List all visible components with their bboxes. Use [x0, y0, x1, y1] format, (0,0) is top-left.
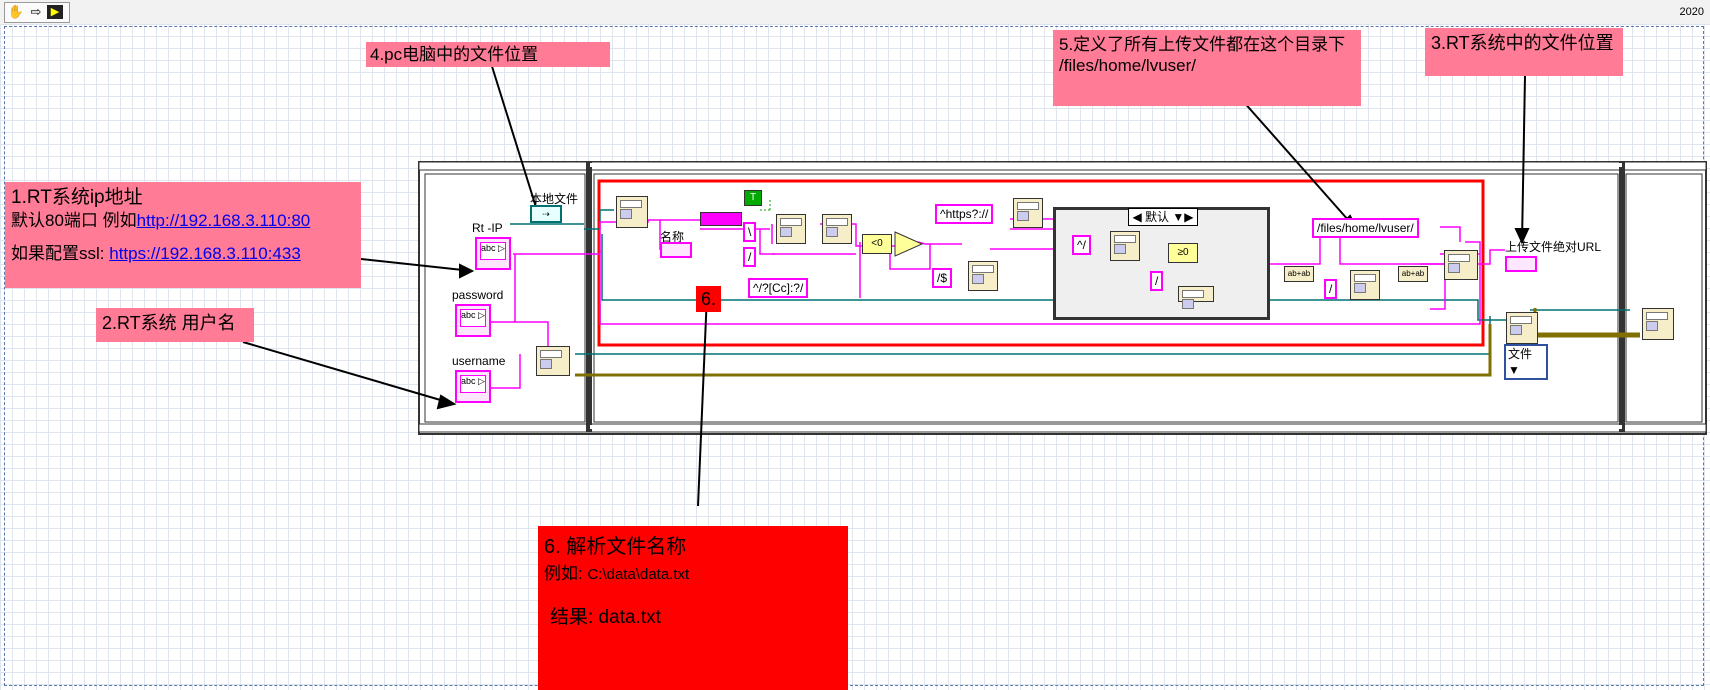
note-rt-ip-title: 1.RT系统ip地址 [11, 187, 143, 208]
rt-ip-control[interactable]: abc ▷ [475, 237, 511, 270]
note-parse-tag: 6. [696, 286, 721, 312]
case-slash-constant[interactable]: / [1150, 271, 1164, 291]
local-file-path-control[interactable]: ⇢ [530, 205, 562, 223]
username-control[interactable]: abc ▷ [455, 370, 491, 403]
note-rt-username: 2.RT系统 用户名 [96, 308, 254, 342]
note-upload-dir-line2: /files/home/lvuser/ [1059, 56, 1196, 76]
concat-node-3[interactable]: ab+ab [1398, 266, 1428, 282]
less-than-zero-node[interactable]: <0 [862, 234, 892, 254]
note-parse-filename: 6. 解析文件名称 例如: C:\data\data.txt 结果: data.… [538, 526, 848, 690]
concat-string-node[interactable] [700, 212, 742, 226]
caret-slash-constant[interactable]: ^/ [1072, 235, 1091, 255]
match-regex-node[interactable] [1013, 198, 1043, 228]
rt-ip-label: Rt -IP [472, 221, 503, 235]
https-regex-constant[interactable]: ^https?:// [935, 204, 994, 224]
upload-url-indicator [1505, 256, 1537, 272]
note-rt-ip-default: 默认80端口 例如http://192.168.3.110:80 [11, 210, 311, 230]
lvuser-path-constant[interactable]: /files/home/lvuser/ [1312, 218, 1419, 238]
split-path-node[interactable] [616, 196, 648, 228]
greater-equal-zero-node[interactable]: ≥0 [1168, 243, 1198, 263]
upload-url-label: 上传文件绝对URL [1505, 240, 1602, 254]
wires-and-structures [242, 59, 1707, 507]
match-pattern-node[interactable] [822, 214, 852, 244]
dollar-constant[interactable]: /$ [932, 268, 953, 288]
note-rt-ip-ssl: 如果配置ssl: https://192.168.3.110:433 [11, 244, 301, 263]
case-concat-node[interactable] [1178, 286, 1214, 309]
concat-node-2[interactable] [1350, 270, 1380, 300]
true-constant[interactable]: T [744, 190, 762, 206]
block-diagram-canvas[interactable]: Rt -IP abc ▷ password abc ▷ username abc… [0, 24, 1710, 690]
password-label: password [452, 288, 504, 302]
labview-icon[interactable]: ▶ [47, 5, 63, 19]
note-upload-dir: 5.定义了所有上传文件都在这个目录下 /files/home/lvuser/ [1053, 30, 1361, 106]
arrow-right-icon[interactable]: ⇨ [27, 4, 45, 20]
note-parse-title: 6. 解析文件名称 [544, 536, 687, 558]
note-pc-file-location: 4.pc电脑中的文件位置 [366, 42, 610, 67]
toolbar: ✋ ⇨ ▶ 2020 [0, 0, 1710, 25]
note-parse-result: 结果: data.txt [550, 607, 661, 628]
note-parse-example: 例如: C:\data\data.txt [544, 564, 690, 583]
slash3-constant[interactable]: / [1324, 279, 1338, 299]
case-match-node[interactable] [1110, 231, 1140, 261]
note-rt-ip: 1.RT系统ip地址 默认80端口 例如http://192.168.3.110… [5, 182, 361, 288]
slash-constant[interactable]: / [743, 247, 757, 267]
ftp-close-node[interactable] [1642, 308, 1674, 340]
search-replace-node[interactable] [776, 214, 806, 244]
ftp-open-node[interactable] [536, 346, 570, 376]
case-selector[interactable]: ◀ 默认 ▼▶ [1128, 208, 1198, 226]
match-slash-node[interactable] [968, 261, 998, 291]
version-label: 2020 [1679, 6, 1704, 18]
hand-icon[interactable]: ✋ [7, 4, 25, 20]
toolbar-button-group: ✋ ⇨ ▶ [4, 2, 70, 23]
https-link[interactable]: https://192.168.3.110:433 [109, 244, 301, 263]
username-label: username [452, 354, 506, 368]
http-link[interactable]: http://192.168.3.110:80 [137, 211, 311, 230]
backslash-constant[interactable]: \ [743, 222, 757, 242]
ftp-upload-node[interactable] [1506, 312, 1538, 344]
password-control[interactable]: abc ▷ [455, 304, 491, 337]
build-url-node[interactable] [1444, 250, 1478, 280]
case-structure[interactable]: ◀ 默认 ▼▶ [1053, 207, 1270, 320]
concat-node-1[interactable]: ab+ab [1284, 266, 1314, 282]
drive-regex-constant[interactable]: ^/?[Cc]:?/ [748, 278, 809, 298]
file-type-ring[interactable]: 文件 ▼ [1504, 344, 1548, 380]
name-indicator [660, 242, 692, 258]
note-rt-file-location: 3.RT系统中的文件位置 [1425, 28, 1623, 76]
note-upload-dir-line1: 5.定义了所有上传文件都在这个目录下 [1059, 35, 1346, 54]
